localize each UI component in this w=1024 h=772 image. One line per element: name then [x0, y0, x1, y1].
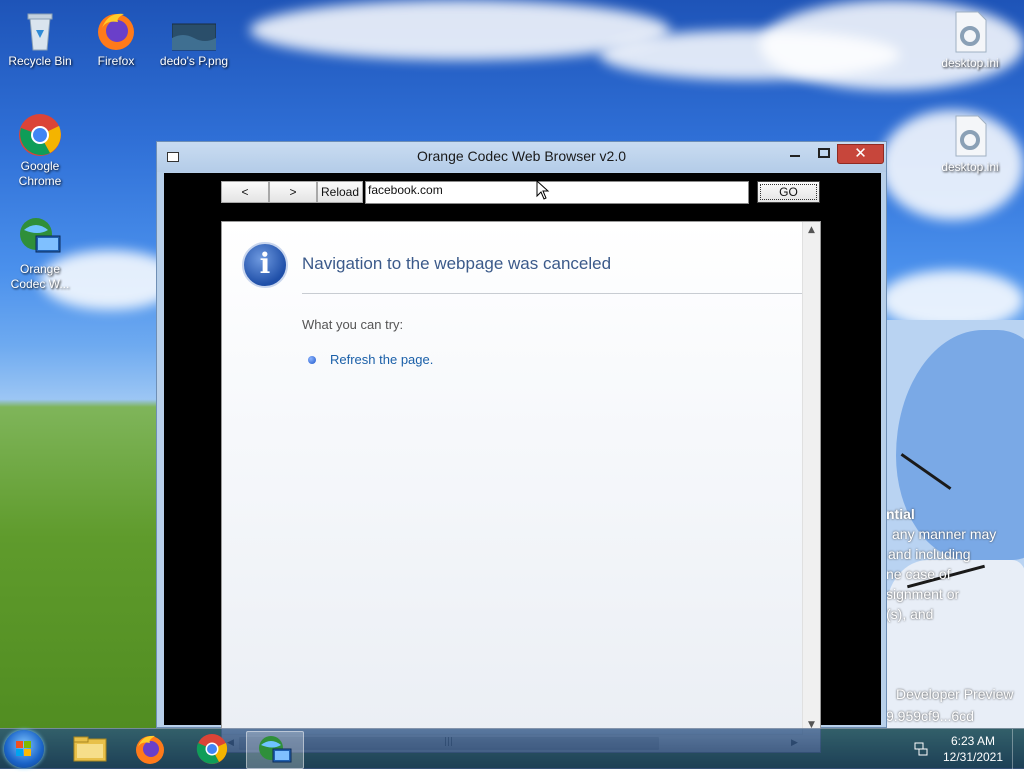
- back-button[interactable]: <: [221, 181, 269, 203]
- forward-button[interactable]: >: [269, 181, 317, 203]
- overlay-text: (s), and: [886, 606, 934, 622]
- chrome-icon: [18, 113, 62, 157]
- desktop-icon-label: dedo's P.png: [159, 54, 229, 68]
- settings-file-icon: [948, 114, 992, 158]
- error-heading: Navigation to the webpage was canceled: [302, 254, 612, 273]
- web-viewport[interactable]: i Navigation to the webpage was canceled…: [221, 221, 821, 753]
- start-button[interactable]: [4, 730, 44, 768]
- bullet-icon: [308, 356, 316, 364]
- overlay-text: and including: [888, 546, 971, 562]
- window-title: Orange Codec Web Browser v2.0: [416, 148, 627, 164]
- desktop-icon-image-file[interactable]: dedo's P.png: [154, 8, 234, 69]
- maximize-button[interactable]: [811, 144, 835, 162]
- browser-client-area: < > Reload facebook.com GO i Navigation …: [164, 173, 881, 753]
- desktop-icon-orange-codec[interactable]: Orange Codec W...: [0, 216, 80, 292]
- clock-date: 12/31/2021: [942, 750, 1004, 764]
- overlay-text: ntial: [886, 506, 915, 522]
- go-button-label: GO: [760, 184, 817, 200]
- divider: [302, 293, 802, 294]
- desktop-icon-label: Firefox: [97, 54, 135, 68]
- taskbar: 6:23 AM 12/31/2021: [0, 728, 1024, 769]
- refresh-page-link[interactable]: Refresh the page.: [330, 352, 433, 367]
- desktop-icon-desktop-ini[interactable]: desktop.ini: [930, 10, 1010, 71]
- scroll-up-icon[interactable]: ▲: [803, 222, 820, 239]
- desktop-icon-label: desktop.ini: [941, 56, 999, 70]
- firefox-icon: [94, 8, 138, 52]
- clock-time: 6:23 AM: [950, 734, 996, 748]
- system-clock[interactable]: 6:23 AM 12/31/2021: [938, 733, 1008, 765]
- vertical-scrollbar[interactable]: ▲ ▼: [802, 222, 820, 734]
- url-input[interactable]: facebook.com: [365, 181, 749, 204]
- close-button[interactable]: ✕: [837, 144, 884, 164]
- reload-button[interactable]: Reload: [317, 181, 363, 203]
- try-label: What you can try:: [302, 317, 404, 332]
- overlay-text: Developer Preview: [896, 686, 1014, 702]
- info-icon: i: [242, 242, 288, 288]
- orange-codec-browser-icon: [259, 736, 292, 763]
- taskbar-file-explorer[interactable]: [62, 731, 118, 767]
- show-desktop-button[interactable]: [1012, 729, 1024, 769]
- globe-computer-icon: [18, 216, 62, 260]
- go-button[interactable]: GO: [757, 181, 820, 203]
- desktop-icon-recycle-bin[interactable]: Recycle Bin: [0, 8, 80, 69]
- chrome-icon: [196, 734, 228, 764]
- file-explorer-icon: [73, 736, 107, 762]
- minimize-button[interactable]: [783, 144, 807, 162]
- desktop-icon-label: Google Chrome: [18, 159, 62, 188]
- title-bar[interactable]: Orange Codec Web Browser v2.0 ✕: [157, 142, 886, 172]
- overlay-text: 9.959cf9...6cd: [886, 708, 974, 724]
- desktop-icon-desktop-ini[interactable]: desktop.ini: [930, 114, 1010, 175]
- desktop-icon-firefox[interactable]: Firefox: [76, 8, 156, 69]
- browser-window: Orange Codec Web Browser v2.0 ✕ < > Relo…: [156, 141, 887, 753]
- taskbar-chrome[interactable]: [184, 731, 240, 767]
- overlay-text: any manner may: [892, 526, 997, 542]
- windows-logo-icon: [16, 741, 32, 757]
- desktop-icon-label: Orange Codec W...: [10, 262, 70, 291]
- desktop-icon-label: Recycle Bin: [8, 54, 72, 68]
- taskbar-firefox[interactable]: [122, 731, 178, 767]
- info-icon-glyph: i: [259, 247, 271, 280]
- desktop-icon-chrome[interactable]: Google Chrome: [0, 113, 80, 189]
- wallpaper-character: ntial any manner may and including ne ca…: [886, 320, 1024, 728]
- firefox-icon: [136, 735, 164, 764]
- overlay-text: signment or: [886, 586, 960, 602]
- taskbar-orange-codec-browser[interactable]: [246, 731, 304, 769]
- image-file-icon: [171, 8, 217, 52]
- recycle-bin-icon: [18, 8, 62, 52]
- desktop-icon-label: desktop.ini: [941, 160, 999, 174]
- overlay-text: ne case of: [886, 566, 951, 582]
- settings-file-icon: [948, 10, 992, 54]
- network-icon[interactable]: [914, 741, 928, 756]
- mouse-cursor-icon: [536, 179, 550, 200]
